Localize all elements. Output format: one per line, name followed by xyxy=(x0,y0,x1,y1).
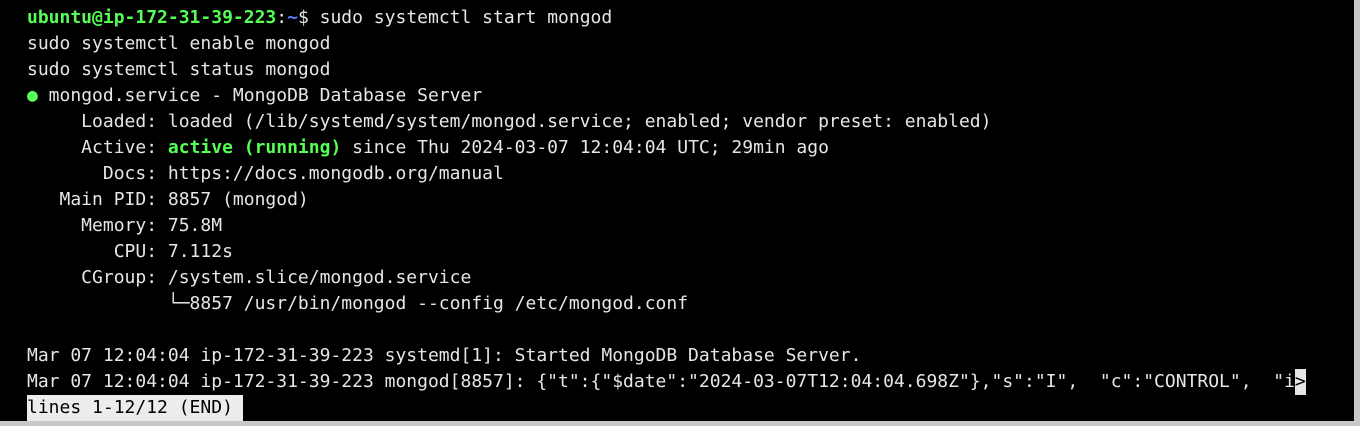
log-line: Mar 07 12:04:04 ip-172-31-39-223 systemd… xyxy=(27,345,862,366)
service-memory: Memory: 75.8M xyxy=(27,215,223,236)
service-loaded: Loaded: loaded (/lib/systemd/system/mong… xyxy=(27,111,992,132)
service-main-pid: Main PID: 8857 (mongod) xyxy=(27,189,309,210)
prompt-dollar: $ xyxy=(297,7,320,28)
prompt-path: ~ xyxy=(287,7,298,28)
echo-line: sudo systemctl status mongod xyxy=(27,59,331,80)
pager-status: lines 1-12/12 (END) xyxy=(27,395,243,421)
service-title: mongod.service - MongoDB Database Server xyxy=(37,85,483,106)
service-docs: Docs: https://docs.mongodb.org/manual xyxy=(27,163,504,184)
log-line-truncated: Mar 07 12:04:04 ip-172-31-39-223 mongod[… xyxy=(27,369,1347,395)
window-border-bottom xyxy=(0,421,1360,426)
service-active: Active: active (running) since Thu 2024-… xyxy=(27,135,1347,161)
service-cgroup-child: └─8857 /usr/bin/mongod --config /etc/mon… xyxy=(27,293,689,314)
window-border-right xyxy=(1354,0,1360,426)
prompt-command: sudo systemctl start mongod xyxy=(319,7,613,28)
terminal-window[interactable]: ubuntu@ip-172-31-39-223:~$ sudo systemct… xyxy=(0,0,1360,426)
truncation-marker: > xyxy=(1294,369,1306,395)
echo-line: sudo systemctl enable mongod xyxy=(27,33,331,54)
service-header: ● mongod.service - MongoDB Database Serv… xyxy=(27,83,1347,109)
prompt-separator: : xyxy=(276,7,288,28)
service-cgroup: CGroup: /system.slice/mongod.service xyxy=(27,267,472,288)
active-state: active (running) xyxy=(167,137,342,158)
prompt-user-host: ubuntu@ip-172-31-39-223 xyxy=(27,7,277,28)
status-dot-icon: ● xyxy=(27,85,38,106)
active-since: since Thu 2024-03-07 12:04:04 UTC; 29min… xyxy=(341,137,829,158)
terminal-output: ubuntu@ip-172-31-39-223:~$ sudo systemct… xyxy=(27,5,1347,421)
pager-line[interactable]: lines 1-12/12 (END) xyxy=(27,395,1347,421)
log-text: Mar 07 12:04:04 ip-172-31-39-223 mongod[… xyxy=(27,371,1295,392)
service-cpu: CPU: 7.112s xyxy=(27,241,233,262)
prompt-line: ubuntu@ip-172-31-39-223:~$ sudo systemct… xyxy=(27,5,1347,31)
active-label: Active: xyxy=(27,137,168,158)
